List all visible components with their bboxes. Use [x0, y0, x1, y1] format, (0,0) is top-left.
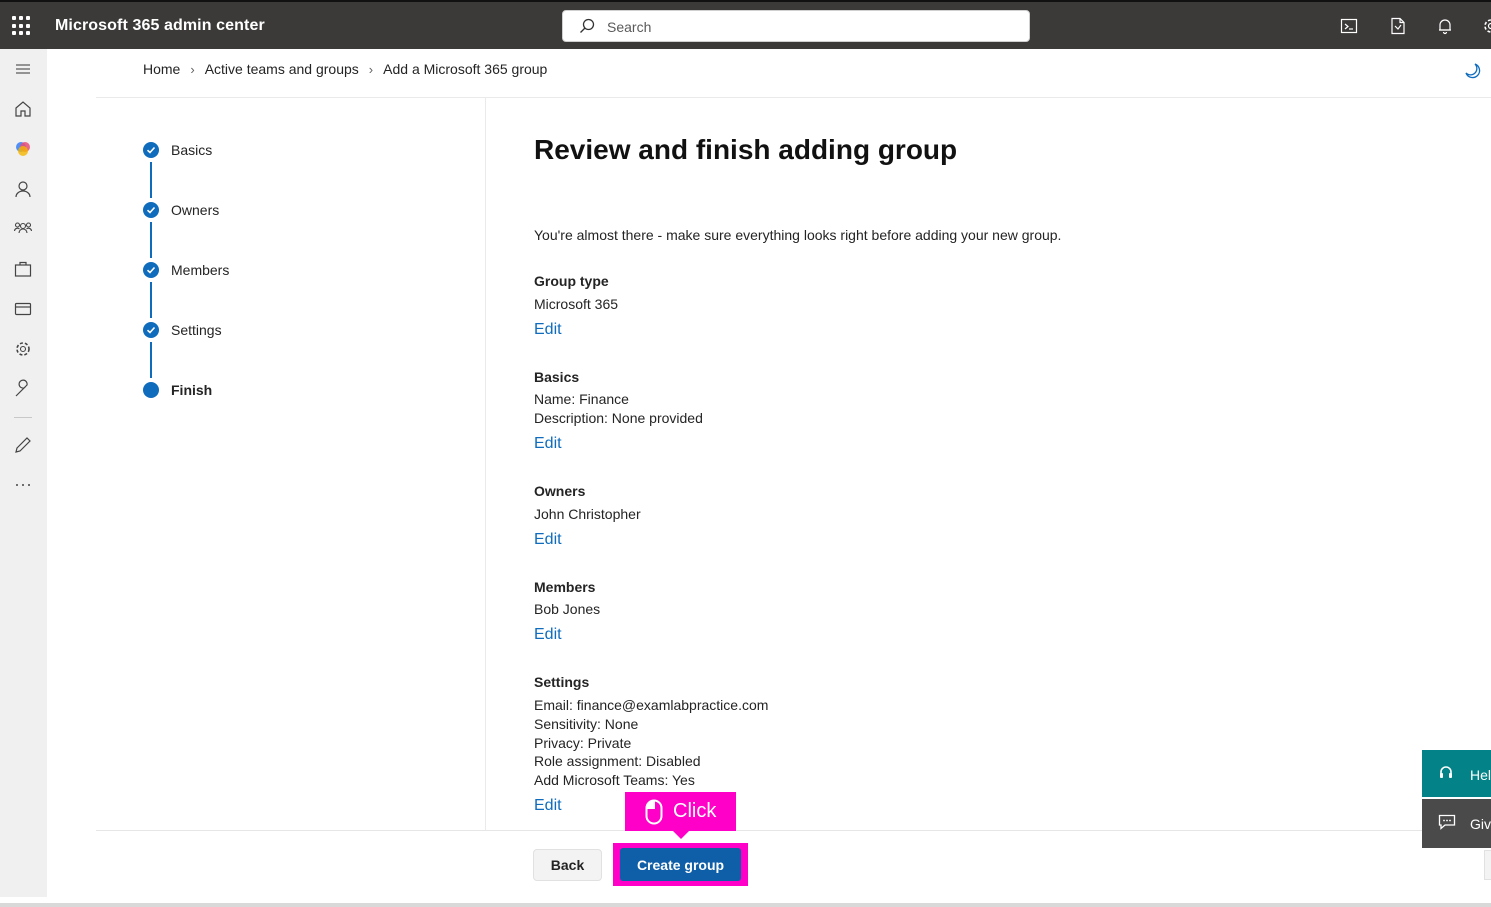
hamburger-menu-icon[interactable]	[13, 59, 33, 79]
settings-add-teams: Add Microsoft Teams: Yes	[534, 772, 695, 788]
breadcrumb-active-teams[interactable]: Active teams and groups	[205, 61, 359, 77]
feedback-button[interactable]: Giv	[1422, 799, 1491, 848]
step-finish[interactable]: Finish	[143, 380, 343, 400]
top-bar: Microsoft 365 admin center Search	[0, 0, 1491, 49]
edit-basics-link[interactable]: Edit	[534, 435, 562, 453]
copilot-icon[interactable]	[13, 139, 33, 159]
help-button[interactable]: Hel	[1422, 750, 1491, 797]
edge-button[interactable]	[1484, 850, 1491, 880]
step-connector	[150, 162, 152, 198]
headset-icon	[1440, 766, 1452, 778]
step-settings[interactable]: Settings	[143, 320, 343, 340]
intro-text: You're almost there - make sure everythi…	[534, 227, 1062, 243]
click-annotation: Click	[625, 792, 736, 839]
members-value: Bob Jones	[534, 601, 601, 617]
settings-sensitivity: Sensitivity: None	[534, 716, 639, 732]
dark-mode-icon[interactable]	[1464, 62, 1482, 80]
step-label: Settings	[171, 322, 222, 338]
more-icon[interactable]	[13, 475, 33, 495]
section-heading-owners: Owners	[534, 483, 586, 499]
edit-owners-link[interactable]: Edit	[534, 531, 562, 549]
owners-value: John Christopher	[534, 506, 641, 522]
feedback-label: Giv	[1470, 816, 1491, 832]
window-bottom-edge	[0, 903, 1491, 907]
step-label: Basics	[171, 142, 213, 158]
step-basics[interactable]: Basics	[143, 140, 343, 160]
checkmark-icon	[143, 202, 159, 218]
checkmark-icon	[143, 142, 159, 158]
cloud-shell-icon[interactable]	[1340, 17, 1358, 35]
step-members[interactable]: Members	[143, 260, 343, 280]
step-connector	[150, 282, 152, 318]
create-group-button[interactable]: Create group	[620, 848, 741, 881]
settings-icon[interactable]	[1482, 17, 1491, 35]
group-type-value: Microsoft 365	[534, 296, 619, 312]
card-icon[interactable]	[13, 299, 33, 319]
search-placeholder: Search	[607, 19, 652, 35]
pencil-icon[interactable]	[13, 435, 33, 455]
home-icon[interactable]	[13, 99, 33, 119]
app-title[interactable]: Microsoft 365 admin center	[55, 17, 265, 35]
settings-role-assignment: Role assignment: Disabled	[534, 753, 701, 769]
bell-icon[interactable]	[1436, 17, 1454, 35]
feedback-chat-icon	[1438, 814, 1456, 830]
section-heading-members: Members	[534, 579, 596, 595]
back-button[interactable]: Back	[533, 849, 602, 881]
search-box[interactable]: Search	[562, 10, 1030, 42]
step-connector	[150, 222, 152, 258]
step-label: Owners	[171, 202, 220, 218]
checkmark-icon	[143, 322, 159, 338]
section-heading-settings: Settings	[534, 674, 590, 690]
basics-name: Name: Finance	[534, 391, 629, 407]
settings-email: Email: finance@examlabpractice.com	[534, 697, 769, 713]
edit-members-link[interactable]: Edit	[534, 626, 562, 644]
user-icon[interactable]	[13, 179, 33, 199]
step-label: Finish	[171, 382, 213, 398]
settings-gear-icon[interactable]	[13, 339, 33, 359]
page-title: Review and finish adding group	[534, 134, 958, 165]
edit-settings-link[interactable]: Edit	[534, 797, 562, 815]
breadcrumb-home[interactable]: Home	[143, 61, 180, 77]
chevron-right-icon: ›	[368, 61, 374, 77]
click-label: Click	[673, 800, 717, 822]
rail-divider	[14, 417, 32, 418]
billing-bag-icon[interactable]	[13, 259, 33, 279]
document-icon[interactable]	[1389, 17, 1407, 35]
chevron-right-icon: ›	[190, 61, 195, 77]
panel-divider	[485, 98, 486, 831]
breadcrumb-current: Add a Microsoft 365 group	[383, 61, 548, 77]
breadcrumb: Home › Active teams and groups › Add a M…	[143, 61, 547, 77]
basics-description: Description: None provided	[534, 410, 703, 426]
section-heading-basics: Basics	[534, 369, 580, 385]
settings-privacy: Privacy: Private	[534, 735, 632, 751]
step-label: Members	[171, 262, 230, 278]
checkmark-icon	[143, 262, 159, 278]
help-label: Hel	[1470, 767, 1491, 783]
header-divider	[96, 97, 1491, 98]
section-heading-group-type: Group type	[534, 273, 609, 289]
mouse-icon	[645, 799, 663, 824]
current-step-dot-icon	[143, 382, 159, 398]
left-nav-rail	[0, 49, 47, 897]
edit-group-type-link[interactable]: Edit	[534, 321, 562, 339]
footer-divider	[96, 830, 1491, 831]
step-connector	[150, 342, 152, 378]
groups-icon[interactable]	[13, 219, 33, 239]
wrench-icon[interactable]	[13, 379, 33, 399]
step-owners[interactable]: Owners	[143, 200, 343, 220]
app-launcher-icon[interactable]	[12, 16, 32, 36]
search-icon	[580, 18, 595, 33]
